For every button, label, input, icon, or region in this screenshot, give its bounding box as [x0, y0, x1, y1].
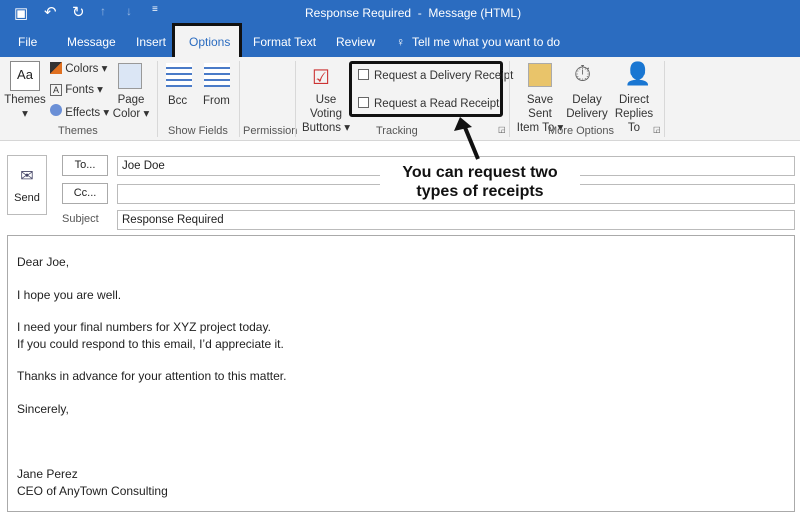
group-more-options: More Options	[548, 125, 615, 137]
tab-review[interactable]: Review	[336, 35, 375, 49]
more-options-launcher-icon[interactable]: ◲	[653, 125, 661, 134]
tab-options[interactable]: Options	[172, 23, 242, 57]
annotation-line-2: types of receipts	[416, 183, 544, 200]
checkbox-icon	[358, 69, 369, 80]
tab-options-label: Options	[189, 35, 231, 49]
body-line: If you could respond to this email, I’d …	[17, 336, 284, 351]
group-permission: Permission	[243, 125, 298, 137]
subject-field[interactable]: Response Required	[117, 210, 795, 230]
tab-file[interactable]: File	[18, 35, 37, 49]
voting-icon: ☑	[312, 67, 330, 89]
from-icon	[204, 63, 230, 87]
from-button[interactable]: From	[203, 94, 230, 108]
bcc-button[interactable]: Bcc	[168, 94, 187, 108]
page-color-button[interactable]: Page Color ▾	[110, 93, 152, 121]
undo-icon[interactable]: ↶	[44, 3, 57, 21]
delivery-receipt-checkbox[interactable]: Request a Delivery Receipt	[358, 69, 513, 83]
read-receipt-label: Request a Read Receipt	[374, 98, 500, 110]
direct-replies-icon: 👤	[624, 61, 652, 86]
body-line: Thanks in advance for your attention to …	[17, 369, 287, 383]
signature-name: Jane Perez	[17, 467, 78, 481]
fonts-icon: A	[50, 84, 62, 96]
group-show-fields: Show Fields	[168, 125, 228, 137]
use-voting-buttons[interactable]: Use Voting Buttons ▾	[300, 93, 352, 135]
save-sent-label: Save Sent	[526, 94, 554, 120]
effects-button[interactable]: Effects ▾	[50, 104, 109, 120]
window-title: Response Required - Message (HTML)	[305, 6, 522, 20]
delay-delivery-button[interactable]: Delay Delivery	[566, 93, 608, 121]
direct-label: Direct	[618, 94, 650, 106]
redo-icon[interactable]: ↻	[72, 3, 85, 21]
ribbon: Aa Themes ▾ Colors ▾ A Fonts ▾ Effects ▾ …	[0, 57, 800, 141]
group-themes: Themes	[58, 125, 98, 137]
checkbox-icon	[358, 97, 369, 108]
annotation-line-1: You can request two	[402, 164, 558, 181]
send-label: Send	[14, 192, 40, 204]
save-sent-icon	[528, 63, 552, 87]
subject-label: Subject	[62, 213, 99, 225]
colors-label: Colors	[65, 63, 99, 75]
annotation-arrow-icon	[454, 117, 480, 160]
customize-icon[interactable]: ≡	[152, 4, 158, 15]
bcc-icon	[166, 63, 192, 87]
effects-label: Effects	[65, 107, 101, 119]
delay-label: Delay	[572, 94, 602, 106]
colors-icon	[50, 62, 62, 74]
body-line: Sincerely,	[17, 401, 69, 416]
down-icon[interactable]: ↓	[126, 4, 132, 18]
to-button[interactable]: To...	[62, 155, 108, 176]
message-body[interactable]: Dear Joe, I hope you are well. I need yo…	[7, 235, 795, 512]
title-bar: ▣ ↶ ↻ ↑ ↓ ≡ Response Required - Message …	[0, 0, 800, 27]
body-line: I need your final numbers for XYZ projec…	[17, 320, 271, 334]
body-line: I hope you are well.	[17, 287, 122, 302]
delivery-receipt-label: Request a Delivery Receipt	[374, 70, 514, 82]
buttons-label: Buttons	[302, 122, 342, 134]
themes-label: Themes	[4, 94, 46, 106]
fonts-button[interactable]: A Fonts ▾	[50, 83, 103, 97]
tell-me-search[interactable]: Tell me what you want to do	[412, 35, 560, 49]
themes-icon: Aa	[10, 61, 40, 91]
send-icon: ✉	[20, 168, 34, 185]
tab-message[interactable]: Message	[67, 35, 116, 49]
cc-button[interactable]: Cc...	[62, 183, 108, 204]
delivery-label: Delivery	[566, 108, 608, 120]
group-tracking: Tracking	[376, 125, 418, 137]
replies-to-label: Replies To	[614, 108, 654, 134]
lightbulb-icon: ♀	[396, 35, 405, 49]
color-label: Color	[112, 108, 141, 120]
tab-insert[interactable]: Insert	[136, 35, 166, 49]
tab-format-text[interactable]: Format Text	[253, 35, 316, 49]
save-icon[interactable]: ▣	[14, 4, 28, 22]
colors-button[interactable]: Colors ▾	[50, 62, 107, 76]
body-line: Dear Joe,	[17, 255, 70, 269]
page-color-icon	[118, 63, 142, 89]
themes-button[interactable]: Themes ▾	[4, 93, 46, 121]
effects-icon	[50, 104, 62, 116]
delay-delivery-icon: ⏱	[574, 61, 592, 86]
up-icon[interactable]: ↑	[100, 4, 106, 18]
signature-title: CEO of AnyTown Consulting	[17, 483, 168, 498]
annotation-text: You can request two types of receipts	[380, 163, 580, 201]
tracking-launcher-icon[interactable]: ◲	[498, 125, 506, 134]
use-voting-label: Use Voting	[310, 94, 342, 120]
read-receipt-checkbox[interactable]: Request a Read Receipt	[358, 97, 499, 111]
page-label: Page	[117, 94, 145, 106]
fonts-label: Fonts	[65, 84, 94, 96]
send-button[interactable]: ✉ Send	[7, 155, 47, 215]
ribbon-tabs: File Message Insert Options Format Text …	[0, 23, 800, 57]
